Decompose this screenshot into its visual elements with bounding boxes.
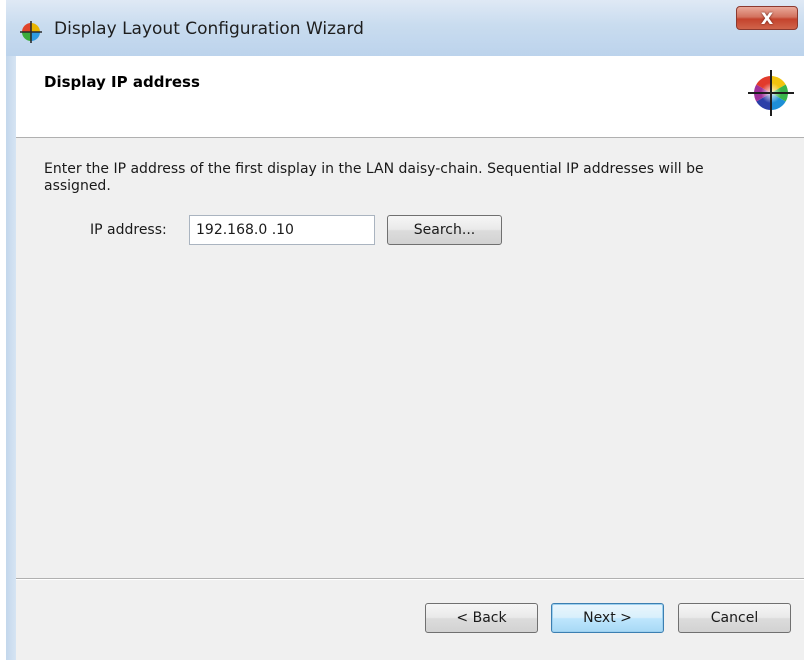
wizard-header: Display IP address xyxy=(16,56,804,138)
cancel-button[interactable]: Cancel xyxy=(678,603,791,633)
search-button[interactable]: Search... xyxy=(387,215,502,245)
instructions-text: Enter the IP address of the first displa… xyxy=(44,161,704,194)
close-icon: X xyxy=(760,8,774,28)
color-wheel-icon xyxy=(20,21,42,43)
ip-address-input[interactable]: 192.168.0 .10 xyxy=(189,215,375,245)
color-wheel-crosshair-icon xyxy=(748,70,794,116)
page-title: Display IP address xyxy=(44,73,200,91)
ip-address-label: IP address: xyxy=(90,222,167,238)
title-bar[interactable]: Display Layout Configuration Wizard X xyxy=(6,0,804,57)
next-button[interactable]: Next > xyxy=(551,603,664,633)
close-button[interactable]: X xyxy=(736,6,798,30)
footer-divider xyxy=(16,578,804,580)
wizard-window: Display Layout Configuration Wizard X Di… xyxy=(6,0,804,660)
window-frame-left xyxy=(6,56,16,660)
back-button[interactable]: < Back xyxy=(425,603,538,633)
wizard-content: Display IP address Enter the IP address … xyxy=(16,56,804,660)
window-title: Display Layout Configuration Wizard xyxy=(54,19,364,39)
